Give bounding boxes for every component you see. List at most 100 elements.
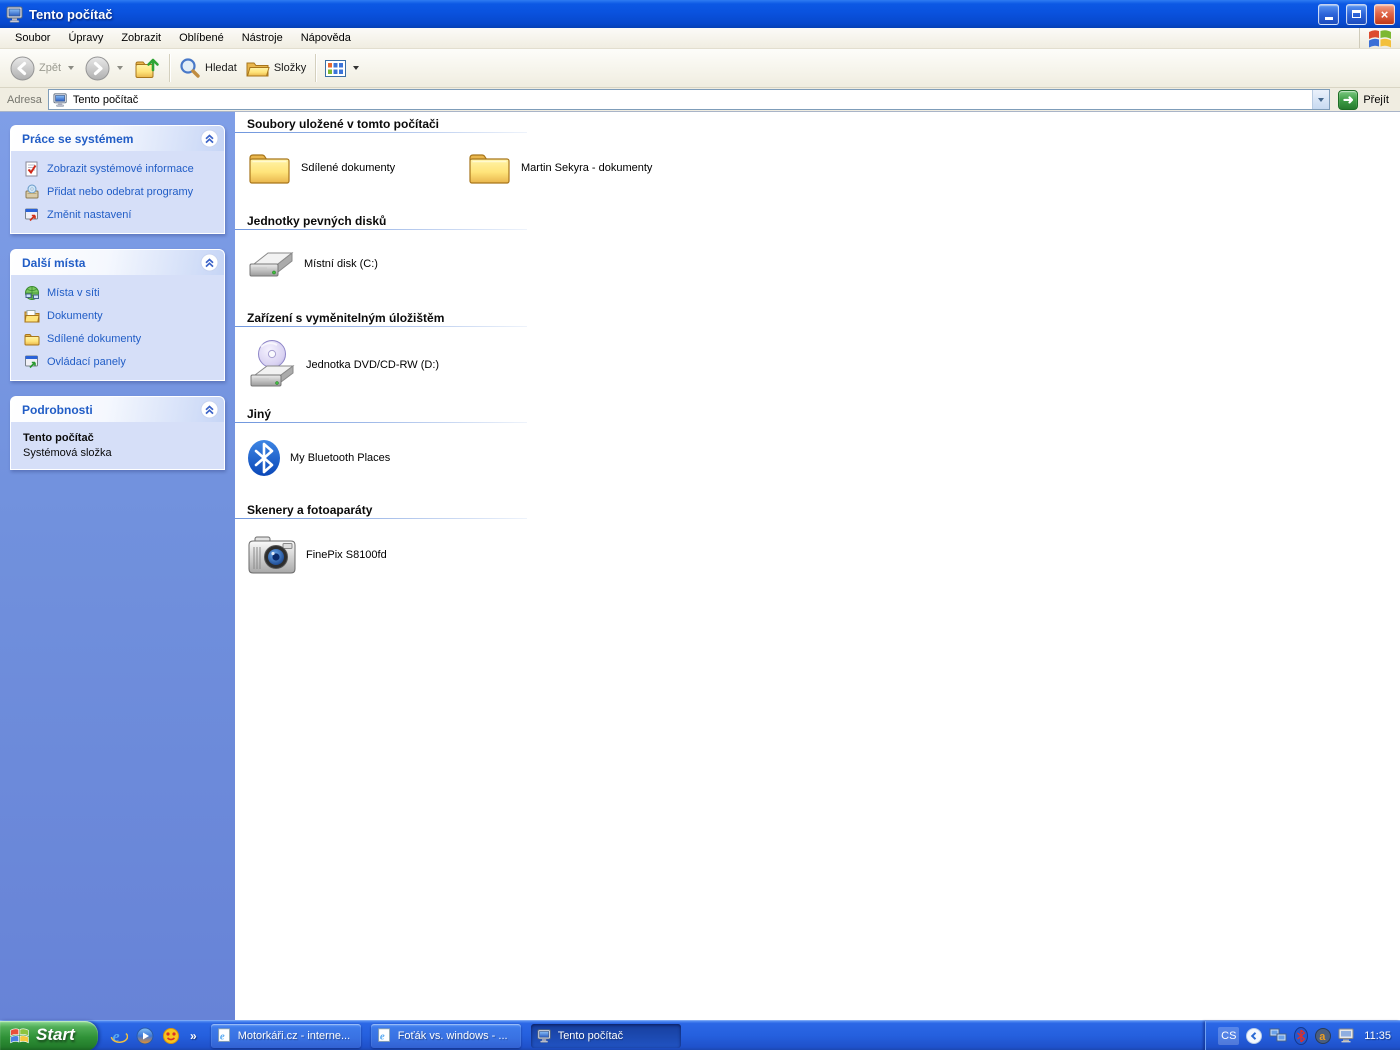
- task-pane-sidebar: Práce se systémem Zobrazit systémové inf…: [0, 112, 235, 1020]
- back-button[interactable]: Zpět: [6, 53, 81, 84]
- network-tray-icon[interactable]: [1269, 1028, 1287, 1043]
- back-icon: [10, 56, 35, 80]
- media-player-icon[interactable]: [136, 1027, 154, 1045]
- menubar: Soubor Úpravy Zobrazit Oblíbené Nástroje…: [0, 28, 1400, 49]
- forward-dropdown-icon: [117, 66, 124, 70]
- display-tray-icon[interactable]: [1338, 1028, 1354, 1043]
- ie-icon: e: [377, 1028, 392, 1043]
- sidebar-item-documents[interactable]: Dokumenty: [23, 308, 218, 324]
- menu-oblibene[interactable]: Oblíbené: [170, 28, 233, 48]
- panel-system-tasks-header[interactable]: Práce se systémem: [10, 125, 225, 151]
- windows-logo-icon: [1359, 28, 1400, 48]
- item-local-disk-c[interactable]: Místní disk (C:): [247, 244, 467, 284]
- item-label: FinePix S8100fd: [306, 549, 387, 561]
- go-button[interactable]: ➜ Přejít: [1330, 89, 1397, 110]
- search-icon: [180, 58, 200, 78]
- bluetooth-tray-icon[interactable]: [1294, 1026, 1309, 1045]
- views-button[interactable]: [321, 57, 366, 80]
- computer-icon: [537, 1028, 552, 1043]
- my-computer-icon: [6, 6, 24, 23]
- svg-text:e: e: [220, 1030, 225, 1042]
- panel-title: Práce se systémem: [22, 131, 134, 146]
- item-shared-documents[interactable]: Sdílené dokumenty: [247, 149, 467, 187]
- titlebar: Tento počítač ×: [0, 0, 1400, 28]
- forward-button[interactable]: [81, 53, 130, 84]
- go-arrow-icon: ➜: [1338, 89, 1359, 110]
- sidebar-item-label: Místa v síti: [47, 287, 100, 299]
- svg-text:e: e: [380, 1030, 385, 1042]
- folder-icon: [467, 149, 512, 187]
- ie-icon[interactable]: e: [110, 1027, 128, 1045]
- sidebar-item-control-panel[interactable]: Ovládací panely: [23, 354, 218, 370]
- task-label: Tento počítač: [557, 1029, 624, 1042]
- item-dvd-drive-d[interactable]: Jednotka DVD/CD-RW (D:): [247, 339, 467, 391]
- section-title: Skenery a fotoaparáty: [247, 503, 373, 517]
- system-tray: CS a 11:35: [1205, 1020, 1400, 1050]
- documents-icon: [23, 308, 40, 324]
- task-button-motorkari[interactable]: e Motorkáři.cz - interne...: [210, 1023, 361, 1048]
- system-info-icon: [23, 161, 40, 177]
- folder-icon: [247, 149, 292, 187]
- sidebar-item-shared-documents[interactable]: Sdílené dokumenty: [23, 331, 218, 347]
- sidebar-item-add-remove-programs[interactable]: Přidat nebo odebrat programy: [23, 184, 218, 200]
- dvd-drive-icon: [247, 339, 297, 391]
- minimize-button[interactable]: [1318, 3, 1339, 25]
- item-label: Martin Sekyra - dokumenty: [521, 162, 653, 174]
- item-bluetooth-places[interactable]: My Bluetooth Places: [247, 439, 467, 477]
- panel-details-body: Tento počítač Systémová složka: [10, 422, 225, 470]
- menu-zobrazit[interactable]: Zobrazit: [112, 28, 170, 48]
- menu-nastroje[interactable]: Nástroje: [233, 28, 292, 48]
- folders-button[interactable]: Složky: [241, 55, 310, 82]
- item-user-documents[interactable]: Martin Sekyra - dokumenty: [467, 149, 687, 187]
- tray-collapse-chevron-icon[interactable]: [1246, 1027, 1263, 1044]
- up-button[interactable]: [130, 52, 164, 84]
- quick-launch: e »: [98, 1027, 203, 1045]
- sidebar-item-label: Ovládací panely: [47, 356, 126, 368]
- close-button[interactable]: ×: [1374, 3, 1395, 25]
- antivirus-tray-icon[interactable]: a: [1315, 1027, 1332, 1044]
- start-button[interactable]: Start: [0, 1020, 98, 1050]
- address-combo[interactable]: Tento počítač: [47, 89, 1331, 110]
- details-subtitle: Systémová složka: [23, 447, 112, 459]
- network-places-icon: [23, 285, 40, 301]
- collapse-chevron-icon[interactable]: [200, 400, 219, 419]
- item-label: Jednotka DVD/CD-RW (D:): [306, 359, 440, 371]
- sidebar-item-label: Sdílené dokumenty: [47, 333, 142, 345]
- add-remove-programs-icon: [23, 184, 40, 200]
- panel-title: Podrobnosti: [22, 402, 93, 417]
- sidebar-item-label: Zobrazit systémové informace: [47, 163, 194, 175]
- collapse-chevron-icon[interactable]: [200, 129, 219, 148]
- sidebar-item-change-settings[interactable]: Změnit nastavení: [23, 207, 218, 223]
- folders-icon: [246, 62, 270, 76]
- address-dropdown-button[interactable]: [1312, 90, 1330, 109]
- sidebar-item-system-info[interactable]: Zobrazit systémové informace: [23, 161, 218, 177]
- language-indicator[interactable]: CS: [1218, 1026, 1240, 1045]
- task-button-tento-pocitac[interactable]: Tento počítač: [530, 1023, 681, 1048]
- task-button-fotak[interactable]: e Foťák vs. windows - ...: [370, 1023, 521, 1048]
- item-label: Sdílené dokumenty: [301, 162, 396, 174]
- shared-documents-icon: [23, 331, 40, 347]
- views-dropdown-icon: [353, 66, 360, 70]
- item-finepix-camera[interactable]: FinePix S8100fd: [247, 533, 467, 577]
- menu-upravy[interactable]: Úpravy: [59, 28, 112, 48]
- back-dropdown-icon: [68, 66, 75, 70]
- details-title: Tento počítač: [23, 432, 94, 444]
- more-chevron-icon[interactable]: »: [190, 1029, 197, 1043]
- camera-icon: [247, 533, 297, 577]
- menu-soubor[interactable]: Soubor: [6, 28, 59, 48]
- panel-other-places-header[interactable]: Další místa: [10, 249, 225, 275]
- hard-disk-icon: [247, 244, 295, 284]
- messenger-icon[interactable]: [162, 1027, 180, 1045]
- taskbar-clock[interactable]: 11:35: [1364, 1030, 1391, 1042]
- sidebar-item-network-places[interactable]: Místa v síti: [23, 285, 218, 301]
- restore-button[interactable]: [1346, 3, 1367, 25]
- main-area: Práce se systémem Zobrazit systémové inf…: [0, 112, 1400, 1020]
- panel-system-tasks-body: Zobrazit systémové informace Přidat nebo…: [10, 151, 225, 234]
- collapse-chevron-icon[interactable]: [200, 253, 219, 272]
- menu-napoveda[interactable]: Nápověda: [292, 28, 360, 48]
- panel-other-places: Další místa Místa v síti Dokumenty Sdíle…: [10, 249, 225, 381]
- start-label: Start: [36, 1024, 75, 1044]
- bluetooth-icon: [247, 439, 281, 477]
- search-button[interactable]: Hledat: [175, 54, 241, 82]
- panel-details-header[interactable]: Podrobnosti: [10, 396, 225, 422]
